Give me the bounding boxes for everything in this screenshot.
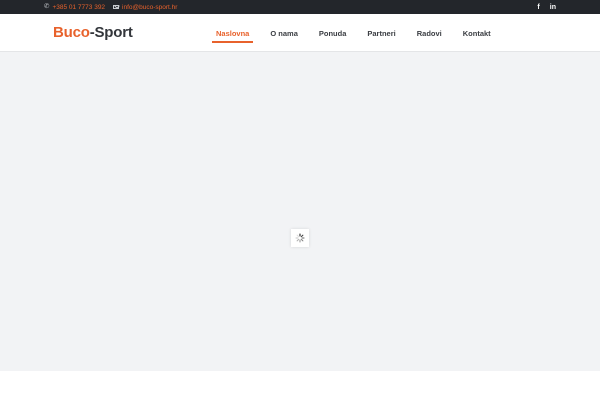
logo-part-sport: -Sport (89, 24, 133, 41)
content-area (0, 52, 600, 371)
phone-number: +385 01 7773 392 (52, 3, 106, 11)
linkedin-icon[interactable]: in (550, 4, 556, 11)
nav-item-kontakt[interactable]: Kontakt (459, 14, 495, 52)
email-address: info@buco-sport.hr (122, 3, 178, 11)
site-header: Buco-Sport Naslovna O nama Ponuda Partne… (0, 14, 600, 52)
email-link[interactable]: info@buco-sport.hr (113, 4, 177, 11)
main-nav: Naslovna O nama Ponuda Partneri Radovi K… (212, 14, 508, 52)
logo-part-buco: Buco (53, 24, 90, 41)
top-bar: ✆ +385 01 7773 392 info@buco-sport.hr f … (0, 0, 600, 14)
phone-icon: ✆ (44, 2, 50, 10)
nav-item-naslovna[interactable]: Naslovna (212, 14, 254, 52)
loading-spinner (291, 229, 309, 247)
nav-item-o-nama[interactable]: O nama (266, 14, 302, 52)
contact-info: ✆ +385 01 7773 392 info@buco-sport.hr (44, 0, 185, 14)
site-logo[interactable]: Buco-Sport (53, 24, 133, 41)
nav-item-radovi[interactable]: Radovi (413, 14, 446, 52)
envelope-icon (113, 4, 120, 10)
phone-link[interactable]: ✆ +385 01 7773 392 (44, 2, 106, 11)
nav-item-partneri[interactable]: Partneri (363, 14, 399, 52)
spinner-icon (295, 233, 305, 243)
facebook-icon[interactable]: f (537, 4, 539, 11)
social-links: f in (537, 0, 556, 14)
nav-item-ponuda[interactable]: Ponuda (315, 14, 351, 52)
page-bottom (0, 371, 600, 400)
